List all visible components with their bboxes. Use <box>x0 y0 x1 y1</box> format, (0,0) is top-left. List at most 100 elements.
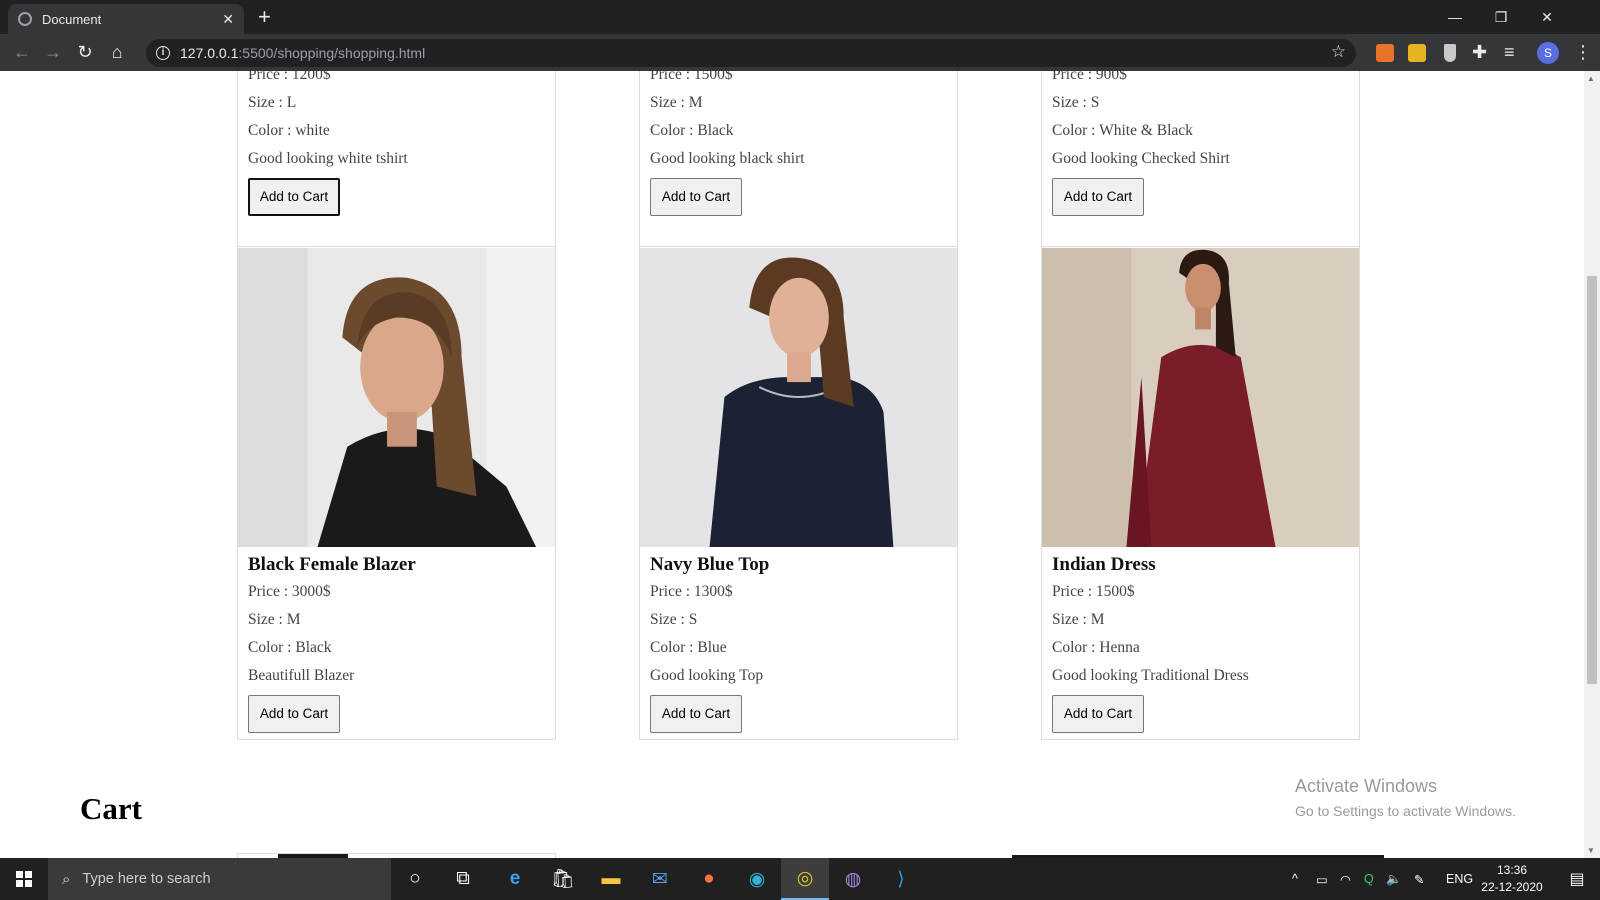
wifi-icon[interactable]: ◠ <box>1340 858 1351 900</box>
minimize-icon[interactable]: — <box>1432 0 1478 34</box>
home-icon[interactable]: ⌂ <box>105 41 129 65</box>
product-image-navy-top <box>640 247 957 548</box>
windows-taskbar: ⌕ Type here to search ○ ⧉ e 🛍 ▬ ✉ ● ◉ ◎ … <box>0 858 1600 900</box>
product-color: Color : Black <box>248 639 332 656</box>
product-description: Good looking Top <box>650 667 764 684</box>
globe-icon <box>18 12 32 26</box>
extension-fox-icon[interactable] <box>1376 44 1394 62</box>
scroll-down-icon[interactable]: ▼ <box>1587 846 1595 855</box>
product-color: Color : white <box>248 122 330 139</box>
product-price: Price : 1500$ <box>650 71 733 83</box>
add-to-cart-button[interactable]: Add to Cart <box>248 695 340 733</box>
tab-close-icon[interactable]: ✕ <box>222 11 234 28</box>
new-tab-button[interactable]: + <box>258 5 271 29</box>
task-view-icon[interactable]: ⧉ <box>439 858 487 900</box>
product-image-blazer <box>238 247 555 548</box>
firefox-icon[interactable]: ● <box>685 858 733 900</box>
tab-title: Document <box>42 11 102 27</box>
mail-icon[interactable]: ✉ <box>636 858 684 900</box>
product-card: Indian Dress Price : 1500$ Size : M Colo… <box>1041 246 1360 740</box>
activate-windows-subtitle: Go to Settings to activate Windows. <box>1295 803 1516 819</box>
product-card: Navy Blue Top Price : 1300$ Size : S Col… <box>639 246 958 740</box>
product-size: Size : M <box>1052 611 1105 628</box>
product-title: Indian Dress <box>1052 554 1156 575</box>
media-queue-icon[interactable]: ≡ <box>1504 42 1515 63</box>
profile-avatar[interactable]: S <box>1537 42 1559 64</box>
reload-icon[interactable]: ↻ <box>73 41 97 65</box>
extension-shield-icon[interactable] <box>1444 44 1456 62</box>
start-button[interactable] <box>0 858 48 900</box>
browser-toolbar: ← → ↻ ⌂ i 127.0.0.1:5500/shopping/shoppi… <box>0 34 1600 71</box>
add-to-cart-button[interactable]: Add to Cart <box>1052 178 1144 216</box>
puzzle-extensions-icon[interactable]: ✚ <box>1472 42 1487 63</box>
cart-heading: Cart <box>80 791 142 826</box>
extension-yellow-icon[interactable] <box>1408 44 1426 62</box>
app-purple-icon[interactable]: ◍ <box>829 858 877 900</box>
product-size: Size : S <box>650 611 698 628</box>
activate-windows-title: Activate Windows <box>1295 776 1438 796</box>
product-color: Color : Blue <box>650 639 727 656</box>
product-color: Color : White & Black <box>1052 122 1193 139</box>
product-description: Good looking white tshirt <box>248 150 408 167</box>
page-scrollbar[interactable]: ▲ ▼ <box>1584 71 1600 858</box>
info-icon[interactable]: i <box>156 46 170 60</box>
product-title: Navy Blue Top <box>650 554 770 575</box>
product-description: Beautifull Blazer <box>248 667 355 684</box>
product-size: Size : M <box>248 611 301 628</box>
add-to-cart-button[interactable]: Add to Cart <box>650 695 742 733</box>
volume-icon[interactable]: 🔈 <box>1386 858 1402 900</box>
product-size: Size : M <box>650 94 703 111</box>
taskbar-clock[interactable]: 13:36 22-12-2020 <box>1476 862 1548 896</box>
product-price: Price : 1500$ <box>1052 583 1135 600</box>
product-price: Price : 1300$ <box>650 583 733 600</box>
product-color: Color : Black <box>650 122 734 139</box>
product-price: Price : 1200$ <box>248 71 331 83</box>
kebab-menu-icon[interactable]: ⋮ <box>1574 42 1592 63</box>
clock-time: 13:36 <box>1496 863 1528 877</box>
add-to-cart-button[interactable]: Add to Cart <box>650 178 742 216</box>
windows-logo-icon <box>16 871 32 887</box>
close-window-icon[interactable]: ✕ <box>1524 0 1570 34</box>
product-size: Size : S <box>1052 94 1100 111</box>
forward-arrow-icon[interactable]: → <box>41 41 65 65</box>
search-icon: ⌕ <box>62 870 71 888</box>
clock-date: 22-12-2020 <box>1481 880 1543 894</box>
pen-icon[interactable]: ✎ <box>1414 858 1424 900</box>
file-explorer-icon[interactable]: ▬ <box>587 858 635 900</box>
tray-chevron-icon[interactable]: ^ <box>1292 858 1298 900</box>
browser-tabstrip: Document ✕ + — ❐ ✕ <box>0 0 1600 34</box>
cortana-icon[interactable]: ○ <box>391 858 439 900</box>
store-icon[interactable]: 🛍 <box>539 858 587 900</box>
product-card: Black Female Blazer Price : 3000$ Size :… <box>237 246 556 740</box>
address-bar[interactable]: i 127.0.0.1:5500/shopping/shopping.html … <box>146 39 1356 67</box>
bookmark-star-icon[interactable]: ☆ <box>1331 42 1346 62</box>
browser-tab[interactable]: Document ✕ <box>8 4 244 34</box>
product-title: Black Female Blazer <box>248 554 416 575</box>
product-price: Price : 900$ <box>1052 71 1127 83</box>
chrome-icon[interactable]: ◎ <box>781 858 829 900</box>
product-image-indian-dress <box>1042 247 1359 548</box>
page-viewport: Price : 1200$ Size : L Color : white Goo… <box>0 71 1600 858</box>
taskbar-search-box[interactable]: ⌕ Type here to search <box>48 858 391 900</box>
vscode-icon[interactable]: ⟩ <box>877 858 925 900</box>
back-arrow-icon[interactable]: ← <box>10 41 34 65</box>
add-to-cart-button[interactable]: Add to Cart <box>1052 695 1144 733</box>
language-indicator[interactable]: ENG <box>1446 858 1473 900</box>
add-to-cart-button[interactable]: Add to Cart <box>248 178 340 216</box>
scroll-thumb[interactable] <box>1587 276 1597 684</box>
edge-icon[interactable]: ◉ <box>733 858 781 900</box>
product-description: Good looking Checked Shirt <box>1052 150 1230 167</box>
scroll-up-icon[interactable]: ▲ <box>1587 74 1595 83</box>
search-placeholder: Type here to search <box>82 871 211 887</box>
product-description: Good looking black shirt <box>650 150 805 167</box>
product-description: Good looking Traditional Dress <box>1052 667 1249 684</box>
restore-icon[interactable]: ❐ <box>1478 0 1524 34</box>
notification-center-icon[interactable]: ▤ <box>1554 858 1600 900</box>
product-color: Color : Henna <box>1052 639 1140 656</box>
product-size: Size : L <box>248 94 297 111</box>
product-price: Price : 3000$ <box>248 583 331 600</box>
tray-app-icon[interactable]: Q <box>1364 858 1374 900</box>
internet-explorer-icon[interactable]: e <box>491 858 539 900</box>
battery-icon[interactable]: ▭ <box>1316 858 1328 900</box>
url-text: 127.0.0.1:5500/shopping/shopping.html <box>180 45 426 61</box>
